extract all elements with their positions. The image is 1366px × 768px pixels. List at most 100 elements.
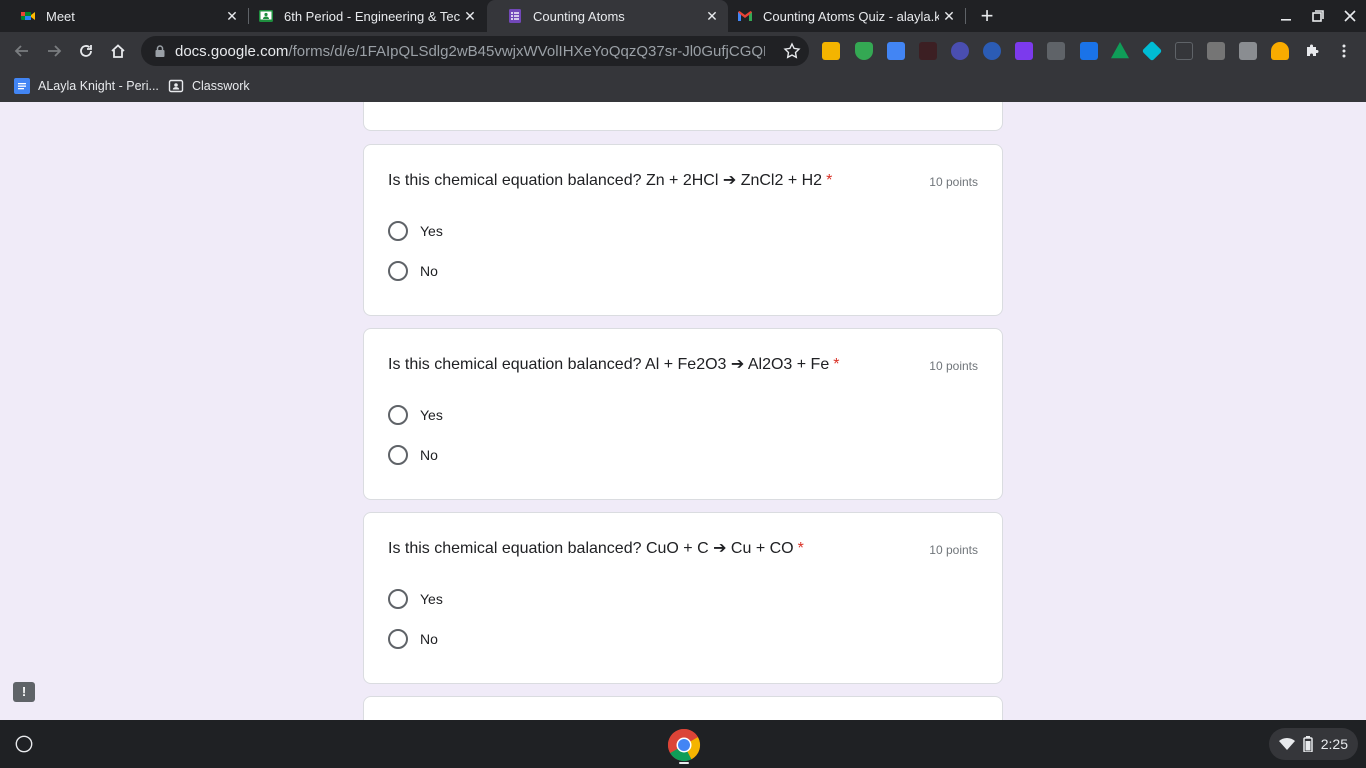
chrome-icon[interactable]	[667, 728, 701, 762]
extension-icon[interactable]	[1207, 42, 1225, 60]
new-tab-button[interactable]: +	[976, 5, 998, 27]
restore-icon	[1312, 10, 1324, 22]
google-meet-icon	[20, 8, 36, 24]
extensions-button[interactable]	[1299, 38, 1325, 64]
thumbs-up-extension-icon[interactable]	[1271, 42, 1289, 60]
option-no[interactable]: No	[388, 444, 438, 466]
status-tray[interactable]: 2:25	[1268, 728, 1358, 760]
tab-counting-atoms[interactable]: Counting Atoms ✕	[487, 0, 728, 32]
google-drive-extension-icon[interactable]	[1111, 42, 1129, 59]
tab-meet[interactable]: Meet ✕	[0, 0, 248, 32]
minimize-button[interactable]	[1270, 0, 1302, 32]
question-title: Is this chemical equation balanced? Al +…	[388, 354, 839, 374]
battery-icon	[1303, 736, 1313, 752]
question-card-next	[363, 696, 1003, 720]
option-yes[interactable]: Yes	[388, 220, 443, 242]
close-icon	[1344, 10, 1356, 22]
question-prompt: Is this chemical equation balanced? CuO …	[388, 540, 794, 557]
browser-menu-button[interactable]	[1331, 38, 1357, 64]
tab-classroom[interactable]: 6th Period - Engineering & Techn ✕	[238, 0, 486, 32]
question-card: Is this chemical equation balanced? CuO …	[363, 512, 1003, 684]
report-feedback-button[interactable]: !	[13, 682, 35, 702]
extension-icon[interactable]	[887, 42, 905, 60]
classwork-icon	[168, 78, 184, 94]
option-label: No	[420, 263, 438, 279]
close-window-button[interactable]	[1334, 0, 1366, 32]
url-path: /forms/d/e/1FAIpQLSdlg2wB45vwjxWVolIHXeY…	[288, 42, 765, 60]
google-classroom-icon	[258, 8, 274, 24]
extension-icon[interactable]	[1015, 42, 1033, 60]
os-shelf: 2:25	[0, 720, 1366, 768]
restore-button[interactable]	[1302, 0, 1334, 32]
more-vert-icon	[1342, 44, 1346, 58]
radio-button[interactable]	[388, 629, 408, 649]
google-docs-icon	[14, 78, 30, 94]
question-card-previous	[363, 102, 1003, 131]
reload-button[interactable]	[73, 38, 99, 64]
robot-extension-icon[interactable]	[919, 42, 937, 60]
home-icon	[111, 44, 125, 58]
url-host: docs.google.com	[175, 42, 289, 60]
required-asterisk: *	[833, 356, 840, 373]
home-button[interactable]	[105, 38, 131, 64]
tab-strip: Meet ✕ 6th Period - Engineering & Techn …	[0, 0, 1366, 32]
arrow-right-icon	[48, 45, 62, 57]
bookmarks-bar: ALayla Knight - Peri... Classwork	[0, 70, 1366, 102]
url-text: docs.google.com/forms/d/e/1FAIpQLSdlg2wB…	[175, 43, 765, 60]
question-points: 10 points	[929, 175, 978, 189]
bookmark-alayla-knight[interactable]: ALayla Knight - Peri...	[14, 77, 159, 95]
bookmark-label: Classwork	[192, 79, 250, 93]
wifi-icon	[1278, 737, 1295, 750]
tab-separator	[965, 8, 966, 24]
question-prompt: Is this chemical equation balanced? Al +…	[388, 356, 830, 373]
close-icon[interactable]: ✕	[460, 6, 480, 26]
extension-icon[interactable]	[1141, 40, 1163, 62]
bookmark-label: ALayla Knight - Peri...	[38, 79, 159, 93]
required-asterisk: *	[797, 540, 804, 557]
option-label: Yes	[420, 407, 443, 423]
tab-title: 6th Period - Engineering & Techn	[284, 8, 460, 24]
back-button[interactable]	[9, 38, 35, 64]
bookmark-star-icon[interactable]	[783, 42, 801, 60]
tab-title: Meet	[46, 8, 75, 24]
option-no[interactable]: No	[388, 628, 438, 650]
extension-icon[interactable]	[1175, 42, 1193, 60]
kami-extension-icon[interactable]	[951, 42, 969, 60]
option-no[interactable]: No	[388, 260, 438, 282]
qr-code-extension-icon[interactable]	[1239, 42, 1257, 60]
option-yes[interactable]: Yes	[388, 588, 443, 610]
extension-icon[interactable]	[1047, 42, 1065, 60]
reload-icon	[80, 45, 92, 57]
question-points: 10 points	[929, 543, 978, 557]
radio-button[interactable]	[388, 221, 408, 241]
bookmark-classwork[interactable]: Classwork	[168, 77, 250, 95]
extension-icon[interactable]	[983, 42, 1001, 60]
tab-title: Counting Atoms Quiz - alayla.kn	[763, 8, 939, 24]
clock: 2:25	[1320, 736, 1348, 752]
question-points: 10 points	[929, 359, 978, 373]
extension-icon[interactable]	[1080, 42, 1098, 60]
radio-button[interactable]	[388, 589, 408, 609]
forward-button[interactable]	[41, 38, 67, 64]
shield-extension-icon[interactable]	[855, 42, 873, 60]
question-card: Is this chemical equation balanced? Zn +…	[363, 144, 1003, 316]
minimize-icon	[1281, 19, 1291, 21]
gmail-icon	[737, 8, 753, 24]
radio-button[interactable]	[388, 261, 408, 281]
arrow-left-icon	[14, 45, 28, 57]
active-app-indicator	[679, 762, 689, 764]
option-yes[interactable]: Yes	[388, 404, 443, 426]
radio-button[interactable]	[388, 445, 408, 465]
tab-gmail[interactable]: Counting Atoms Quiz - alayla.kn ✕	[717, 0, 965, 32]
puzzle-piece-icon	[1307, 44, 1319, 56]
question-title: Is this chemical equation balanced? CuO …	[388, 538, 804, 558]
launcher-button[interactable]	[15, 735, 33, 753]
radio-button[interactable]	[388, 405, 408, 425]
address-bar[interactable]: docs.google.com/forms/d/e/1FAIpQLSdlg2wB…	[141, 36, 809, 66]
google-classroom-extension-icon[interactable]	[822, 42, 840, 60]
question-prompt: Is this chemical equation balanced? Zn +…	[388, 172, 823, 189]
form-content: Is this chemical equation balanced? Zn +…	[0, 102, 1366, 720]
option-label: Yes	[420, 223, 443, 239]
close-icon[interactable]: ✕	[939, 6, 959, 26]
lock-icon	[155, 45, 165, 57]
